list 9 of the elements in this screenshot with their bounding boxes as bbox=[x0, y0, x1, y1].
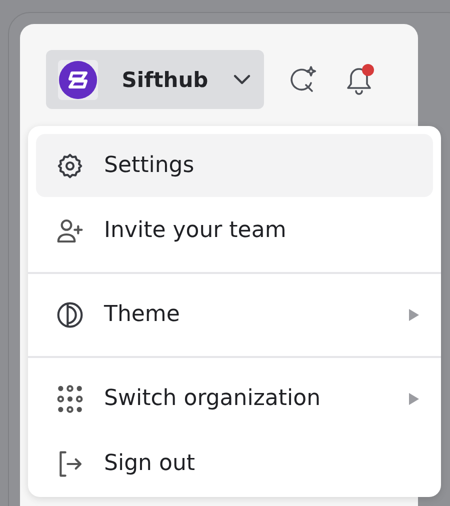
logo-icon bbox=[58, 60, 98, 100]
settings-icon bbox=[56, 152, 84, 180]
add-user-icon bbox=[56, 216, 84, 244]
dots-grid-icon bbox=[56, 384, 84, 412]
sparkle-search-icon bbox=[288, 64, 318, 94]
menu-item[interactable]: Settings bbox=[36, 134, 433, 197]
theme-icon bbox=[56, 300, 84, 328]
workspace-button[interactable]: Sifthub bbox=[46, 50, 264, 109]
chevron-down-icon bbox=[232, 74, 252, 86]
